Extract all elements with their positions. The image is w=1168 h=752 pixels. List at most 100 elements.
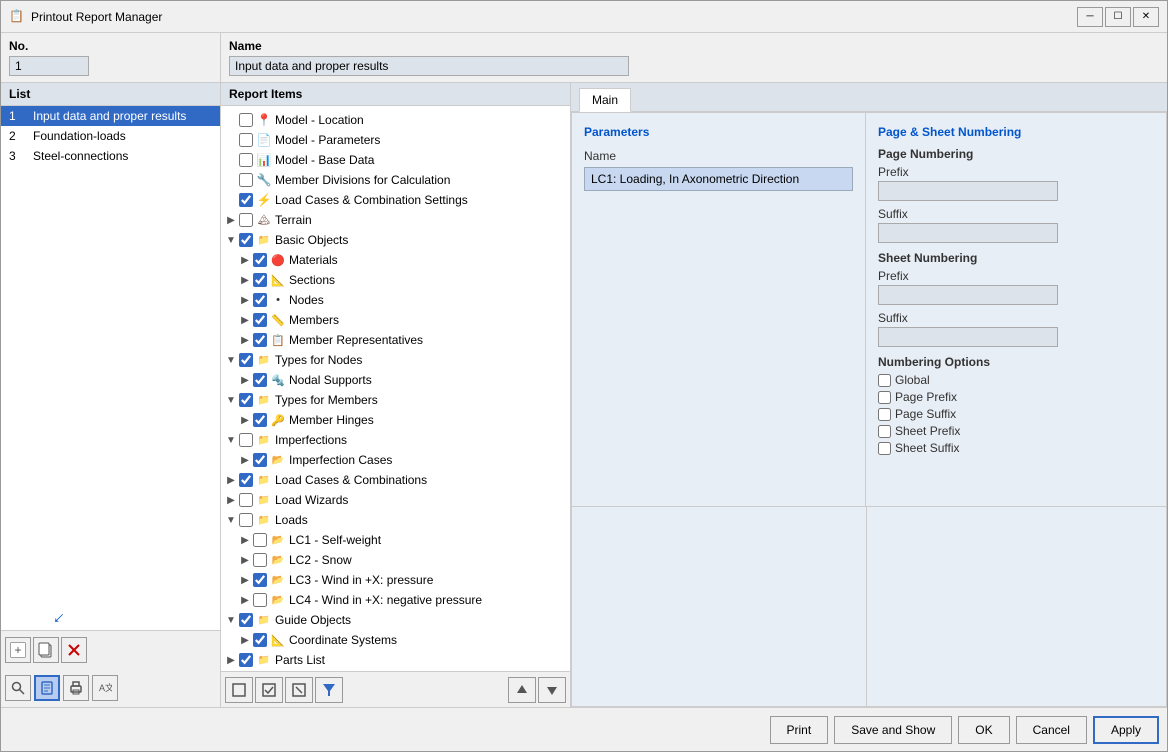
checkbox-types-nodes[interactable] xyxy=(239,353,253,367)
checkbox-parts-list[interactable] xyxy=(239,653,253,667)
checkbox-imperfections[interactable] xyxy=(239,433,253,447)
tree-item-basic-objects[interactable]: ▼ 📁 Basic Objects xyxy=(221,230,570,250)
page-suffix-checkbox[interactable] xyxy=(878,408,891,421)
expander[interactable]: ▶ xyxy=(237,315,253,326)
page-prefix-input[interactable] xyxy=(878,181,1058,201)
tree-item-terrain[interactable]: ▶ 🏔 Terrain xyxy=(221,210,570,230)
checkbox-model-location[interactable] xyxy=(239,113,253,127)
ok-button[interactable]: OK xyxy=(958,716,1009,744)
checkbox-members[interactable] xyxy=(253,313,267,327)
expander[interactable]: ▶ xyxy=(237,375,253,386)
sheet-suffix-checkbox[interactable] xyxy=(878,442,891,455)
tree-item-types-nodes[interactable]: ▼ 📁 Types for Nodes xyxy=(221,350,570,370)
tree-item-load-cases-combos[interactable]: ▶ 📁 Load Cases & Combinations xyxy=(221,470,570,490)
expander[interactable]: ▶ xyxy=(237,635,253,646)
check-all-button[interactable] xyxy=(225,677,253,703)
print-button[interactable]: Print xyxy=(770,716,829,744)
checkbox-sections[interactable] xyxy=(253,273,267,287)
no-input[interactable] xyxy=(9,56,89,76)
checkbox-lc2[interactable] xyxy=(253,553,267,567)
checkbox-nodal-supports[interactable] xyxy=(253,373,267,387)
filter-button[interactable] xyxy=(315,677,343,703)
checkbox-model-basedata[interactable] xyxy=(239,153,253,167)
expander[interactable]: ▶ xyxy=(237,255,253,266)
checkbox-load-cases-combos[interactable] xyxy=(239,473,253,487)
uncheck-button[interactable] xyxy=(285,677,313,703)
sheet-prefix-checkbox[interactable] xyxy=(878,425,891,438)
tree-item-member-rep[interactable]: ▶ 📋 Member Representatives xyxy=(221,330,570,350)
tree-item-member-hinges[interactable]: ▶ 🔑 Member Hinges xyxy=(221,410,570,430)
print-icon-button[interactable] xyxy=(63,675,89,701)
checkbox-materials[interactable] xyxy=(253,253,267,267)
expander[interactable]: ▶ xyxy=(223,215,239,226)
expander[interactable]: ▶ xyxy=(237,295,253,306)
expander[interactable]: ▶ xyxy=(237,335,253,346)
tree-item-sections[interactable]: ▶ 📐 Sections xyxy=(221,270,570,290)
checkbox-member-hinges[interactable] xyxy=(253,413,267,427)
translate-icon-button[interactable]: A文 xyxy=(92,675,118,701)
tree-item-lc4[interactable]: ▶ 📂 LC4 - Wind in +X: negative pressure xyxy=(221,590,570,610)
delete-list-button[interactable] xyxy=(61,637,87,663)
tree-item-coord-systems[interactable]: ▶ 📐 Coordinate Systems xyxy=(221,630,570,650)
expander[interactable]: ▼ xyxy=(223,235,239,246)
expander[interactable]: ▶ xyxy=(237,595,253,606)
tree-item-nodes[interactable]: ▶ • Nodes xyxy=(221,290,570,310)
tree-item-parts-list[interactable]: ▶ 📁 Parts List xyxy=(221,650,570,670)
tree-item-model-basedata[interactable]: 📊 Model - Base Data xyxy=(221,150,570,170)
cancel-button[interactable]: Cancel xyxy=(1016,716,1087,744)
tree-item-imperfection-cases[interactable]: ▶ 📂 Imperfection Cases xyxy=(221,450,570,470)
sheet-suffix-input[interactable] xyxy=(878,327,1058,347)
list-item[interactable]: 2 Foundation-loads xyxy=(1,126,220,146)
minimize-button[interactable]: ─ xyxy=(1077,7,1103,27)
page-suffix-input[interactable] xyxy=(878,223,1058,243)
checkbox-model-parameters[interactable] xyxy=(239,133,253,147)
checkbox-nodes[interactable] xyxy=(253,293,267,307)
name-input[interactable] xyxy=(229,56,629,76)
tree-item-lc2[interactable]: ▶ 📂 LC2 - Snow xyxy=(221,550,570,570)
checkbox-lc4[interactable] xyxy=(253,593,267,607)
expander[interactable]: ▶ xyxy=(223,655,239,666)
checkbox-types-members[interactable] xyxy=(239,393,253,407)
tree-item-materials[interactable]: ▶ 🔴 Materials xyxy=(221,250,570,270)
apply-button[interactable]: Apply xyxy=(1093,716,1159,744)
expander[interactable]: ▼ xyxy=(223,395,239,406)
close-button[interactable]: ✕ xyxy=(1133,7,1159,27)
tree-item-load-wizards[interactable]: ▶ 📁 Load Wizards xyxy=(221,490,570,510)
search-icon-button[interactable] xyxy=(5,675,31,701)
global-checkbox[interactable] xyxy=(878,374,891,387)
expander[interactable]: ▶ xyxy=(223,495,239,506)
list-item[interactable]: 3 Steel-connections xyxy=(1,146,220,166)
tree-item-model-parameters[interactable]: 📄 Model - Parameters xyxy=(221,130,570,150)
check-selected-button[interactable] xyxy=(255,677,283,703)
checkbox-terrain[interactable] xyxy=(239,213,253,227)
sheet-prefix-input[interactable] xyxy=(878,285,1058,305)
expander[interactable]: ▼ xyxy=(223,355,239,366)
tree-item-loads[interactable]: ▼ 📁 Loads xyxy=(221,510,570,530)
checkbox-load-cases-settings[interactable] xyxy=(239,193,253,207)
expander[interactable]: ▶ xyxy=(237,275,253,286)
expander[interactable]: ▶ xyxy=(223,475,239,486)
tree-item-lc1[interactable]: ▶ 📂 LC1 - Self-weight xyxy=(221,530,570,550)
move-down-button[interactable] xyxy=(538,677,566,703)
checkbox-lc1[interactable] xyxy=(253,533,267,547)
expander[interactable]: ▶ xyxy=(237,575,253,586)
maximize-button[interactable]: ☐ xyxy=(1105,7,1131,27)
list-item[interactable]: 1 Input data and proper results xyxy=(1,106,220,126)
expander[interactable]: ▼ xyxy=(223,615,239,626)
checkbox-member-rep[interactable] xyxy=(253,333,267,347)
expander[interactable]: ▼ xyxy=(223,515,239,526)
tree-item-model-location[interactable]: 📍 Model - Location xyxy=(221,110,570,130)
save-and-show-button[interactable]: Save and Show xyxy=(834,716,952,744)
tree-item-member-divisions[interactable]: 🔧 Member Divisions for Calculation xyxy=(221,170,570,190)
expander[interactable]: ▶ xyxy=(237,555,253,566)
tab-main[interactable]: Main xyxy=(579,88,631,112)
expander[interactable]: ▶ xyxy=(237,455,253,466)
checkbox-member-divisions[interactable] xyxy=(239,173,253,187)
tree-item-load-cases-settings[interactable]: ⚡ Load Cases & Combination Settings xyxy=(221,190,570,210)
add-list-button[interactable]: + xyxy=(5,637,31,663)
tree-item-lc3[interactable]: ▶ 📂 LC3 - Wind in +X: pressure xyxy=(221,570,570,590)
page-prefix-checkbox[interactable] xyxy=(878,391,891,404)
checkbox-guide-objects[interactable] xyxy=(239,613,253,627)
checkbox-load-wizards[interactable] xyxy=(239,493,253,507)
expander[interactable]: ▶ xyxy=(237,535,253,546)
